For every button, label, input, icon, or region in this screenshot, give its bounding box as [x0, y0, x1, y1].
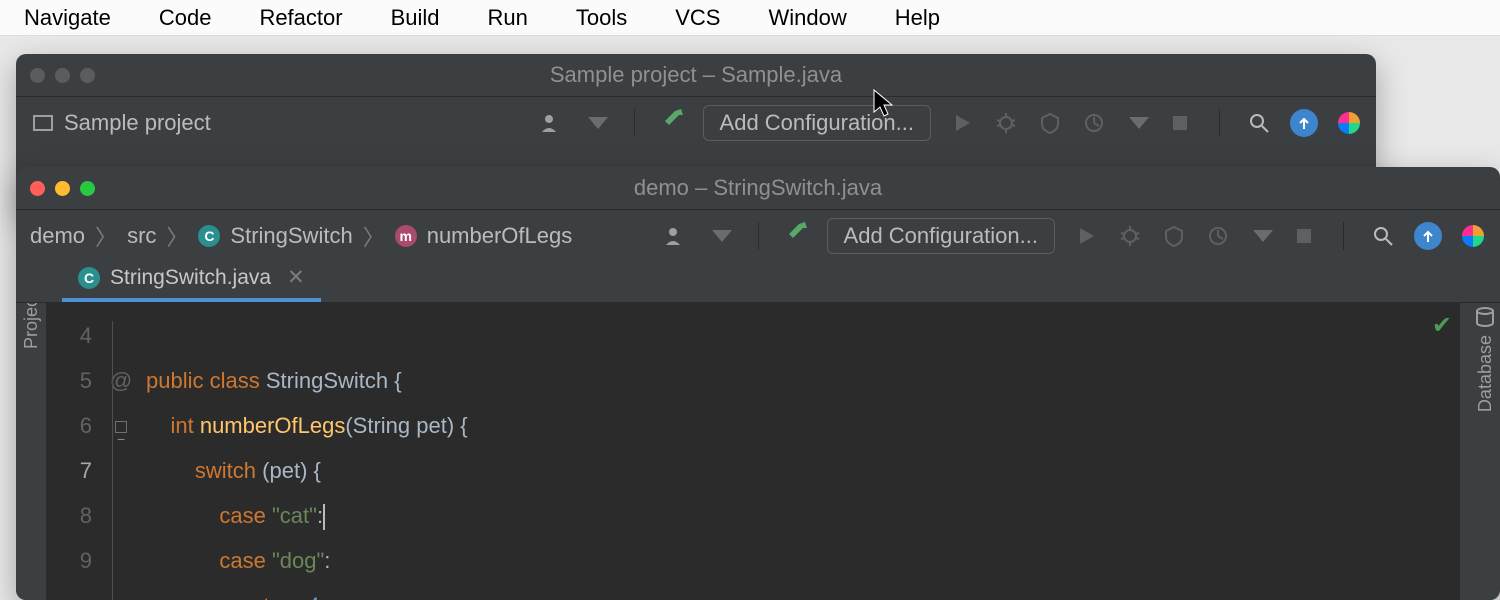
debug-icon[interactable]	[1117, 223, 1143, 249]
project-name[interactable]: Sample project	[64, 110, 211, 136]
traffic-min[interactable]	[55, 68, 70, 83]
menu-help[interactable]: Help	[871, 5, 964, 31]
menu-code[interactable]: Code	[135, 5, 236, 31]
class-badge-icon: C	[78, 267, 100, 289]
fold-icon[interactable]	[115, 421, 127, 433]
editor-tabstrip: C StringSwitch.java ✕	[16, 261, 1500, 303]
upload-icon[interactable]	[1414, 222, 1442, 250]
profile-dropdown-icon[interactable]	[1129, 117, 1149, 129]
profile-icon[interactable]	[1205, 223, 1231, 249]
right-toolwindow-rail[interactable]: ⋮ Database	[1470, 261, 1500, 600]
menu-navigate[interactable]: Navigate	[0, 5, 135, 31]
profile-icon[interactable]	[1081, 110, 1107, 136]
user-icon[interactable]	[664, 223, 690, 249]
coverage-icon[interactable]	[1161, 223, 1187, 249]
menu-run[interactable]: Run	[464, 5, 552, 31]
run-icon[interactable]	[1073, 223, 1099, 249]
menu-vcs[interactable]: VCS	[651, 5, 744, 31]
add-configuration-button[interactable]: Add Configuration...	[703, 105, 931, 141]
annotation-icon[interactable]: @	[106, 358, 136, 403]
traffic-max[interactable]	[80, 68, 95, 83]
ide-logo-icon[interactable]	[1336, 110, 1362, 136]
run-icon[interactable]	[949, 110, 975, 136]
line-gutter: 456789	[46, 303, 106, 600]
code-editor[interactable]: ✔ 456789 @ public class StringSwitch { i…	[46, 303, 1460, 600]
upload-icon[interactable]	[1290, 109, 1318, 137]
menu-tools[interactable]: Tools	[552, 5, 651, 31]
search-icon[interactable]	[1370, 223, 1396, 249]
menu-window[interactable]: Window	[744, 5, 870, 31]
text-caret	[323, 504, 325, 530]
add-configuration-button[interactable]: Add Configuration...	[827, 218, 1055, 254]
window-demo: demo – StringSwitch.java demo〉 src〉 C St…	[16, 167, 1500, 600]
tab-stringswitch[interactable]: C StringSwitch.java ✕	[62, 257, 321, 302]
traffic-close[interactable]	[30, 181, 45, 196]
crumb-method[interactable]: numberOfLegs	[427, 223, 573, 249]
stop-icon[interactable]	[1291, 223, 1317, 249]
debug-icon[interactable]	[993, 110, 1019, 136]
coverage-icon[interactable]	[1037, 110, 1063, 136]
user-dropdown-icon[interactable]	[712, 230, 732, 242]
close-tab-icon[interactable]: ✕	[287, 265, 305, 290]
user-icon[interactable]	[540, 110, 566, 136]
method-badge-icon: m	[395, 225, 417, 247]
database-rail-label: Database	[1475, 335, 1496, 412]
profile-dropdown-icon[interactable]	[1253, 230, 1273, 242]
crumb-class[interactable]: StringSwitch	[230, 223, 352, 249]
window-title: demo – StringSwitch.java	[634, 175, 882, 201]
left-toolwindow-rail[interactable]: Project	[16, 261, 46, 600]
system-menubar: Navigate Code Refactor Build Run Tools V…	[0, 0, 1500, 36]
traffic-min[interactable]	[55, 181, 70, 196]
stop-icon[interactable]	[1167, 110, 1193, 136]
user-dropdown-icon[interactable]	[588, 117, 608, 129]
window-title: Sample project – Sample.java	[550, 62, 842, 88]
database-rail-icon	[1475, 307, 1495, 327]
menu-build[interactable]: Build	[367, 5, 464, 31]
gutter-marks: @	[106, 303, 136, 600]
tab-label: StringSwitch.java	[110, 266, 271, 290]
ide-logo-icon[interactable]	[1460, 223, 1486, 249]
traffic-max[interactable]	[80, 181, 95, 196]
class-badge-icon: C	[198, 225, 220, 247]
breadcrumb: demo〉 src〉 C StringSwitch〉 m numberOfLeg…	[30, 220, 572, 252]
crumb-src[interactable]: src	[127, 223, 156, 249]
search-icon[interactable]	[1246, 110, 1272, 136]
menu-refactor[interactable]: Refactor	[235, 5, 366, 31]
build-icon[interactable]	[661, 107, 685, 138]
crumb-demo[interactable]: demo	[30, 223, 85, 249]
code-content[interactable]: public class StringSwitch { int numberOf…	[136, 303, 1460, 600]
project-icon	[30, 110, 56, 136]
build-icon[interactable]	[785, 220, 809, 251]
traffic-close[interactable]	[30, 68, 45, 83]
